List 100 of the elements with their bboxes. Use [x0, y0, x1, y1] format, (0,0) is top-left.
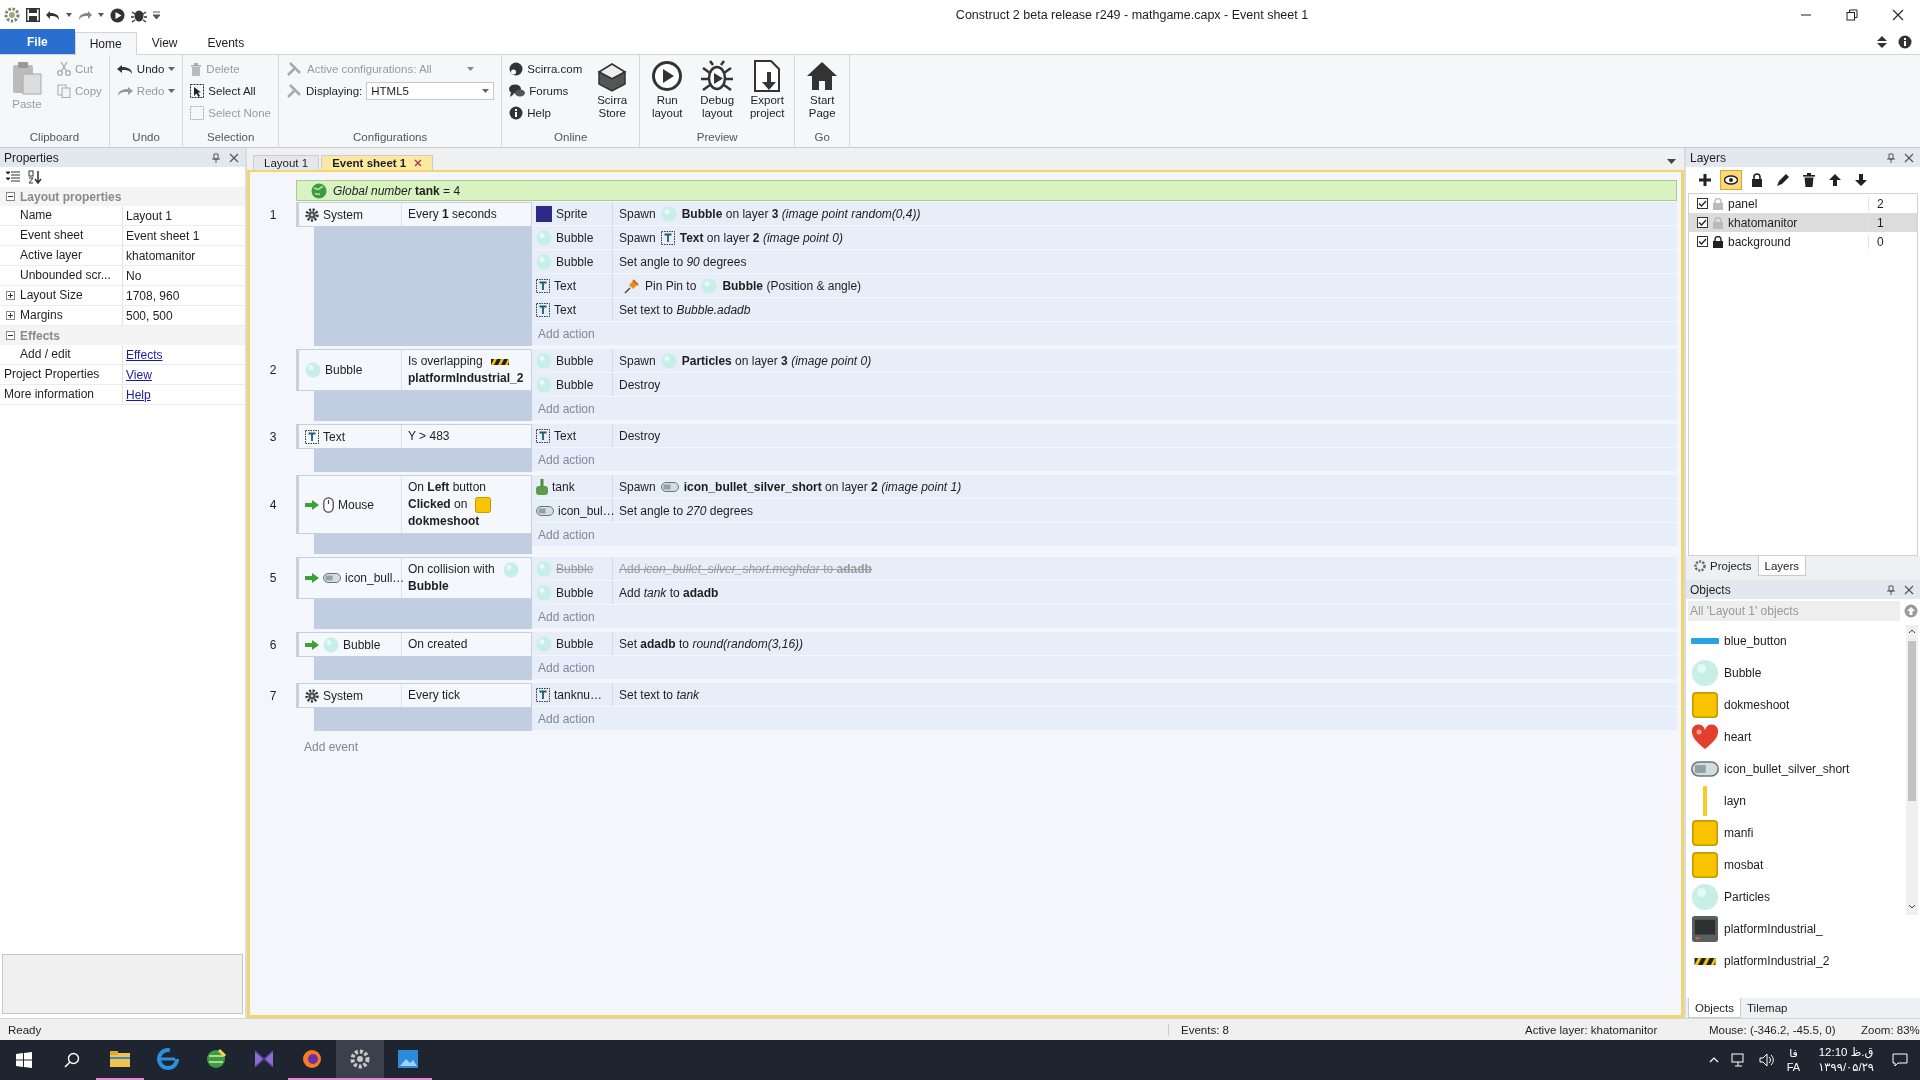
property-value[interactable]: Layout 1 — [126, 208, 173, 223]
scrollbar[interactable] — [1906, 625, 1918, 915]
pin-icon[interactable] — [1886, 152, 1896, 163]
object-list-item[interactable]: platformIndustrial_2 — [1686, 945, 1906, 977]
action-row[interactable]: Bubble Destroy — [532, 373, 1677, 397]
customize-caret-icon[interactable] — [153, 11, 160, 19]
action-row[interactable]: tank Spawn icon_bullet_silver_short on layer 2 (image point 1) — [532, 475, 1677, 499]
document-tab[interactable]: Layout 1 — [253, 155, 320, 170]
input-language[interactable]: FA — [1786, 1060, 1801, 1074]
document-tab[interactable]: Event sheet 1 — [321, 155, 434, 170]
action-row[interactable]: Bubble Add tank to adadb — [532, 581, 1677, 605]
categorized-icon[interactable] — [6, 171, 20, 183]
checkbox[interactable] — [1697, 236, 1708, 247]
condition-row[interactable]: System Every 1 seconds — [296, 202, 532, 227]
chevron-up-icon[interactable] — [1708, 1057, 1719, 1063]
speaker-icon[interactable] — [1758, 1053, 1775, 1067]
expand-toggle-icon[interactable] — [5, 291, 15, 300]
ribbon-button[interactable]: Export project — [744, 58, 791, 131]
close-icon[interactable] — [1892, 9, 1904, 21]
panel-tab[interactable]: Objects — [1688, 998, 1741, 1018]
ribbon-tab[interactable]: View — [136, 31, 193, 54]
pin-icon[interactable] — [211, 152, 221, 163]
up-level-icon[interactable] — [1904, 604, 1918, 618]
play-icon[interactable] — [110, 7, 125, 23]
condition-row[interactable]: Bubble Is overlapping platformIndustrial_2 — [296, 349, 532, 391]
app-logo-icon[interactable] — [4, 7, 20, 23]
collapse-toggle-icon[interactable] — [5, 331, 15, 340]
object-list-item[interactable]: blue_button — [1686, 625, 1906, 657]
property-value[interactable]: Event sheet 1 — [126, 228, 200, 243]
dropdown-caret-icon[interactable] — [98, 13, 104, 17]
save-icon[interactable] — [26, 8, 40, 22]
help-icon[interactable] — [1898, 35, 1912, 49]
ribbon-tab[interactable]: Events — [192, 31, 260, 54]
action-row[interactable]: Sprite Spawn Bubble on layer 3 (image point random(0,4)) — [532, 202, 1677, 226]
taskbar-app-button[interactable] — [336, 1040, 384, 1080]
property-link[interactable]: Effects — [126, 347, 163, 362]
condition-row[interactable]: Mouse On Left button Clicked on dokmeshoot — [296, 475, 532, 534]
ribbon-button[interactable]: Forums — [506, 80, 586, 101]
condition-row[interactable]: Text Y > 483 — [296, 424, 532, 449]
property-value[interactable]: 500, 500 — [126, 308, 173, 323]
ribbon-button[interactable]: Select All — [187, 80, 274, 101]
action-row[interactable]: Text Pin Pin to Bubble (Position & angle) — [532, 274, 1677, 298]
object-list-item[interactable]: mosbat — [1686, 849, 1906, 881]
property-value[interactable]: No — [126, 268, 142, 283]
file-menu-button[interactable]: File — [0, 29, 75, 54]
ribbon-tab[interactable]: Home — [74, 32, 137, 55]
checkbox[interactable] — [1697, 217, 1708, 228]
property-link[interactable]: Help — [126, 387, 151, 402]
property-value[interactable]: khatomanitor — [126, 248, 196, 263]
panel-tab[interactable]: Projects — [1688, 556, 1758, 576]
clock-date[interactable]: ۱۳۹۹/۰۵/۲۹ — [1818, 1060, 1874, 1075]
action-row[interactable]: Text Destroy — [532, 424, 1677, 448]
global-variable-row[interactable]: Global number tank = 4 — [296, 180, 1677, 201]
ribbon-button[interactable]: Scirra Store — [589, 58, 636, 131]
close-icon[interactable] — [229, 152, 239, 163]
collapse-ribbon-icon[interactable] — [1876, 35, 1888, 49]
clock-time[interactable]: ق.ظ 12:10 — [1818, 1045, 1874, 1060]
redo-icon[interactable] — [78, 9, 92, 21]
layer-row[interactable]: panel 2 — [1689, 194, 1917, 213]
action-row[interactable]: Bubble Spawn Particles on layer 3 (image point 0) — [532, 349, 1677, 373]
sort-alphabetical-icon[interactable] — [28, 170, 42, 184]
notification-icon[interactable] — [1892, 1053, 1908, 1067]
expand-toggle-icon[interactable] — [5, 311, 15, 320]
platform-dropdown[interactable]: HTML5 — [366, 81, 495, 100]
close-icon[interactable] — [1904, 584, 1914, 595]
input-language[interactable]: فا — [1789, 1046, 1798, 1060]
object-list-item[interactable]: manfi — [1686, 817, 1906, 849]
action-row[interactable]: tanknu… Set text to tank — [532, 683, 1677, 707]
object-list-item[interactable]: heart — [1686, 721, 1906, 753]
add-event-link[interactable]: Add event — [250, 734, 1677, 754]
action-row[interactable]: icon_bul… Set angle to 270 degrees — [532, 499, 1677, 523]
undo-icon[interactable] — [46, 9, 60, 21]
ribbon-button[interactable]: Start Page — [799, 58, 846, 131]
object-list-item[interactable]: platformIndustrial_ — [1686, 913, 1906, 945]
action-row[interactable]: Bubble Spawn Text on layer 2 (image point 0) — [532, 226, 1677, 250]
collapse-toggle-icon[interactable] — [5, 192, 15, 201]
object-list-item[interactable]: layn — [1686, 785, 1906, 817]
object-list-item[interactable]: dokmeshoot — [1686, 689, 1906, 721]
network-icon[interactable] — [1730, 1053, 1747, 1067]
layer-row[interactable]: background 0 — [1689, 232, 1917, 251]
condition-row[interactable]: System Every tick — [296, 683, 532, 708]
filter-field[interactable]: All 'Layout 1' objects — [1688, 601, 1900, 621]
ribbon-button[interactable]: Help — [506, 102, 586, 123]
action-row[interactable]: Text Set text to Bubble.adadb — [532, 298, 1677, 322]
ribbon-button[interactable]: Debug layout — [694, 58, 741, 131]
layer-row[interactable]: khatomanitor 1 — [1689, 213, 1917, 232]
panel-tab[interactable]: Tilemap — [1741, 998, 1794, 1018]
dropdown-caret-icon[interactable] — [66, 13, 72, 17]
restore-icon[interactable] — [1846, 9, 1858, 21]
object-list-item[interactable]: icon_bullet_silver_short — [1686, 753, 1906, 785]
action-row[interactable]: Bubble Set angle to 90 degrees — [532, 250, 1677, 274]
object-list-item[interactable]: Bubble — [1686, 657, 1906, 689]
object-list-item[interactable]: Particles — [1686, 881, 1906, 913]
checkbox[interactable] — [1697, 198, 1708, 209]
ribbon-button[interactable]: Undo — [113, 58, 179, 79]
panel-tab[interactable]: Layers — [1757, 556, 1807, 576]
property-link[interactable]: View — [126, 367, 152, 382]
pin-icon[interactable] — [1886, 584, 1896, 595]
property-value[interactable]: 1708, 960 — [126, 288, 180, 303]
dropdown-caret-icon[interactable] — [1667, 159, 1676, 164]
